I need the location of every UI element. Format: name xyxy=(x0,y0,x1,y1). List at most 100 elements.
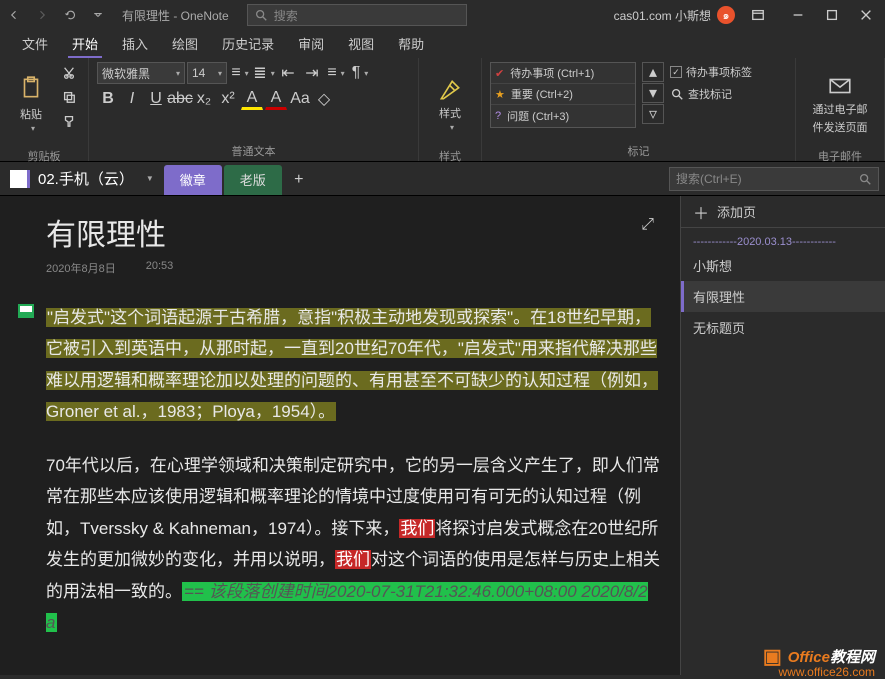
brand-text: cas01.com 小斯想 xyxy=(614,7,711,24)
date-divider: ------------2020.03.13------------ xyxy=(681,228,885,250)
undo-icon[interactable] xyxy=(56,0,84,30)
page-date: 2020年8月8日 xyxy=(46,260,116,276)
styles-button[interactable]: 样式▾ xyxy=(427,62,473,146)
highlight-red: 我们 xyxy=(399,519,435,538)
outdent-icon[interactable]: ⇤ xyxy=(277,62,299,84)
notebook-name: 02.手机（云） xyxy=(38,168,134,189)
tag-important[interactable]: ★重要 (Ctrl+2) xyxy=(491,84,635,105)
highlight-red: 我们 xyxy=(335,550,371,569)
fullscreen-icon[interactable]: ⤢ xyxy=(635,210,660,240)
paste-button[interactable]: 粘贴▾ xyxy=(8,62,54,146)
page-canvas[interactable]: 有限理性 ⤢ 2020年8月8日 20:53 "启发式"这个词语起源于古希腊，意… xyxy=(0,196,680,675)
numbering-icon[interactable]: ≣▾ xyxy=(253,62,275,84)
main-area: 有限理性 ⤢ 2020年8月8日 20:53 "启发式"这个词语起源于古希腊，意… xyxy=(0,196,885,675)
cut-icon[interactable] xyxy=(58,62,80,84)
qat-more-icon[interactable] xyxy=(84,0,112,30)
tag-scroll-up-icon[interactable]: ▴ xyxy=(642,62,664,82)
close-button[interactable] xyxy=(849,0,883,30)
page-search-placeholder: 搜索(Ctrl+E) xyxy=(676,170,742,187)
find-tags-button[interactable]: 查找标记 xyxy=(670,84,752,104)
font-size-select[interactable]: 14▾ xyxy=(187,62,227,84)
tab-home[interactable]: 开始 xyxy=(60,29,110,58)
note-tag-icon[interactable] xyxy=(18,304,34,318)
minimize-button[interactable] xyxy=(781,0,815,30)
page-title[interactable]: 有限理性 xyxy=(46,210,166,254)
add-page-button[interactable]: ＋添加页 xyxy=(681,196,885,228)
tag-more-icon[interactable]: ▿ xyxy=(642,104,664,124)
bullets-icon[interactable]: ≡▾ xyxy=(229,62,251,84)
search-icon xyxy=(858,172,872,186)
tag-question[interactable]: ?问题 (Ctrl+3) xyxy=(491,105,635,126)
forward-icon xyxy=(28,0,56,30)
notebook-bar: 02.手机（云） ▼ 徽章 老版 + 搜索(Ctrl+E) xyxy=(0,162,885,196)
email-page-button[interactable]: 通过电子邮件发送页面 xyxy=(804,62,876,146)
ribbon-tabs: 文件 开始 插入 绘图 历史记录 审阅 视图 帮助 xyxy=(0,30,885,58)
window-title: 有限理性 - OneNote xyxy=(122,7,229,24)
titlebar: 有限理性 - OneNote 搜索 cas01.com 小斯想 ๑ xyxy=(0,0,885,30)
group-styles-label: 样式 xyxy=(427,146,473,164)
watermark: ▣ Office教程网 www.office26.com xyxy=(763,644,875,669)
bold-button[interactable]: B xyxy=(97,88,119,110)
italic-button[interactable]: I xyxy=(121,88,143,110)
paragraph-1[interactable]: "启发式"这个词语起源于古希腊，意指"积极主动地发现或探索"。在18世纪早期，它… xyxy=(46,302,660,428)
tab-draw[interactable]: 绘图 xyxy=(160,29,210,58)
ribbon-display-icon[interactable] xyxy=(741,0,775,30)
copy-icon[interactable] xyxy=(58,86,80,108)
ribbon: 粘贴▾ 剪贴板 微软雅黑▾ 14▾ ≡▾ ≣▾ ⇤ ⇥ ≡▾ ¶▾ B xyxy=(0,58,885,162)
group-email-label: 电子邮件 xyxy=(804,146,876,164)
envelope-icon xyxy=(827,73,853,99)
tab-insert[interactable]: 插入 xyxy=(110,29,160,58)
search-icon xyxy=(254,8,268,22)
page-item-selected[interactable]: 有限理性 xyxy=(681,281,885,312)
tab-view[interactable]: 视图 xyxy=(336,29,386,58)
tab-file[interactable]: 文件 xyxy=(10,29,60,58)
notebook-icon xyxy=(10,170,30,188)
notebook-selector[interactable]: 02.手机（云） ▼ xyxy=(0,168,164,189)
page-search[interactable]: 搜索(Ctrl+E) xyxy=(669,167,879,191)
format-eraser-icon[interactable]: ◇ xyxy=(313,88,335,110)
format-painter-icon[interactable] xyxy=(58,110,80,132)
superscript-button[interactable]: x² xyxy=(217,88,239,110)
search-placeholder: 搜索 xyxy=(274,7,298,24)
indent-icon[interactable]: ⇥ xyxy=(301,62,323,84)
group-styles: 样式▾ 样式 xyxy=(419,58,482,161)
maximize-button[interactable] xyxy=(815,0,849,30)
group-email: 通过电子邮件发送页面 电子邮件 xyxy=(796,58,885,161)
group-tags: ✔待办事项 (Ctrl+1) ★重要 (Ctrl+2) ?问题 (Ctrl+3)… xyxy=(482,58,796,161)
font-name-select[interactable]: 微软雅黑▾ xyxy=(97,62,185,84)
tag-gallery[interactable]: ✔待办事项 (Ctrl+1) ★重要 (Ctrl+2) ?问题 (Ctrl+3) xyxy=(490,62,636,128)
page-item[interactable]: 小斯想 xyxy=(681,250,885,281)
group-clipboard-label: 剪贴板 xyxy=(8,146,80,164)
group-tags-label: 标记 xyxy=(490,141,787,159)
tag-scroll-down-icon[interactable]: ▾ xyxy=(642,83,664,103)
highlight-color-icon[interactable]: A xyxy=(241,88,263,110)
underline-button[interactable]: U xyxy=(145,88,167,110)
titlebar-search[interactable]: 搜索 xyxy=(247,4,467,26)
watermark-url: www.office26.com xyxy=(779,665,876,679)
subscript-button[interactable]: x₂ xyxy=(193,88,215,110)
tab-help[interactable]: 帮助 xyxy=(386,29,436,58)
group-font-label: 普通文本 xyxy=(97,141,410,159)
search-icon xyxy=(670,87,684,101)
page-time: 20:53 xyxy=(146,260,174,276)
align-icon[interactable]: ≡▾ xyxy=(325,62,347,84)
page-item[interactable]: 无标题页 xyxy=(681,312,885,343)
todo-tag-button[interactable]: ✓待办事项标签 xyxy=(670,62,752,82)
back-icon[interactable] xyxy=(0,0,28,30)
section-tab-green[interactable]: 老版 xyxy=(224,165,282,195)
clear-formatting-icon[interactable]: Aa xyxy=(289,88,311,110)
font-color-icon[interactable]: A xyxy=(265,88,287,110)
strike-button[interactable]: abc xyxy=(169,88,191,110)
add-section-button[interactable]: + xyxy=(284,165,314,195)
brand-logo-icon: ๑ xyxy=(717,6,735,24)
page-list-sidebar: ＋添加页 ------------2020.03.13------------ … xyxy=(680,196,885,675)
highlighted-text: "启发式"这个词语起源于古希腊，意指"积极主动地发现或探索"。在18世纪早期，它… xyxy=(46,308,658,421)
tab-review[interactable]: 审阅 xyxy=(286,29,336,58)
tag-todo[interactable]: ✔待办事项 (Ctrl+1) xyxy=(491,63,635,84)
group-font: 微软雅黑▾ 14▾ ≡▾ ≣▾ ⇤ ⇥ ≡▾ ¶▾ B I U abc x₂ x… xyxy=(89,58,419,161)
paragraph-spacing-icon[interactable]: ¶▾ xyxy=(349,62,371,84)
group-clipboard: 粘贴▾ 剪贴板 xyxy=(0,58,89,161)
paragraph-2[interactable]: 70年代以后，在心理学领域和决策制定研究中，它的另一层含义产生了，即人们常常在那… xyxy=(46,450,660,639)
section-tab-active[interactable]: 徽章 xyxy=(164,165,222,195)
tab-history[interactable]: 历史记录 xyxy=(210,29,286,58)
